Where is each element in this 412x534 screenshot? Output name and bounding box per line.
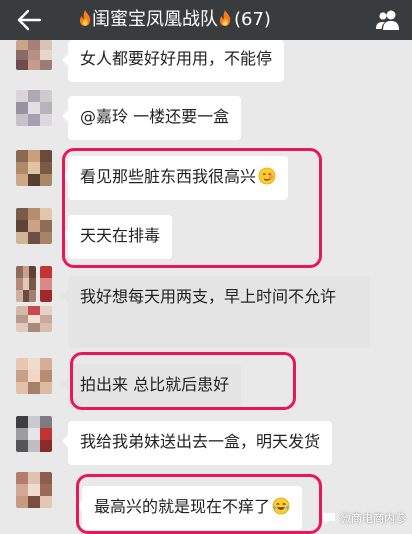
avatar[interactable] xyxy=(16,40,52,70)
chat-bubble-icon xyxy=(323,513,335,524)
avatar[interactable] xyxy=(16,90,52,126)
message-text: 我给我弟妹送出去一盒，明天发货 xyxy=(80,432,321,451)
fire-icon xyxy=(78,9,92,27)
group-name: 闺蜜宝凤凰战队 xyxy=(92,9,218,30)
back-arrow-icon[interactable] xyxy=(16,8,42,32)
avatar[interactable] xyxy=(16,150,52,186)
avatar[interactable] xyxy=(16,358,52,394)
message-bubble[interactable]: 女人都要好好用用，不能停 xyxy=(61,40,285,82)
message-text: @嘉玲 一楼还要一盒 xyxy=(80,107,230,126)
message-text: 我好想每天用两支，早上时间不允许 xyxy=(80,287,337,306)
avatar[interactable] xyxy=(16,266,36,302)
avatar[interactable] xyxy=(16,208,52,244)
watermark-text: 微商电商内参 xyxy=(340,512,406,525)
highlight-frame xyxy=(62,148,322,268)
watermark: 微商电商内参 xyxy=(321,510,406,526)
highlight-frame xyxy=(76,474,322,534)
group-members-icon[interactable] xyxy=(374,6,402,34)
message-bubble[interactable]: @嘉玲 一楼还要一盒 xyxy=(61,96,242,140)
message-list[interactable]: 女人都要好好用用，不能停 @嘉玲 一楼还要一盒 看见那些脏东西我很高兴 天天在排… xyxy=(0,40,412,534)
avatar xyxy=(40,266,52,302)
message-text: 女人都要好好用用，不能停 xyxy=(80,49,273,68)
chat-header: 闺蜜宝凤凰战队 (67) xyxy=(0,0,412,40)
avatar[interactable] xyxy=(16,306,52,332)
avatar[interactable] xyxy=(16,416,52,452)
member-count: (67) xyxy=(234,9,271,30)
avatar[interactable] xyxy=(16,472,52,508)
fire-icon xyxy=(218,9,232,27)
chat-title: 闺蜜宝凤凰战队 (67) xyxy=(78,8,271,32)
highlight-frame xyxy=(70,352,296,410)
message-bubble[interactable]: 我好想每天用两支，早上时间不允许 xyxy=(62,276,370,348)
message-bubble[interactable]: 我给我弟妹送出去一盒，明天发货 xyxy=(61,421,333,465)
